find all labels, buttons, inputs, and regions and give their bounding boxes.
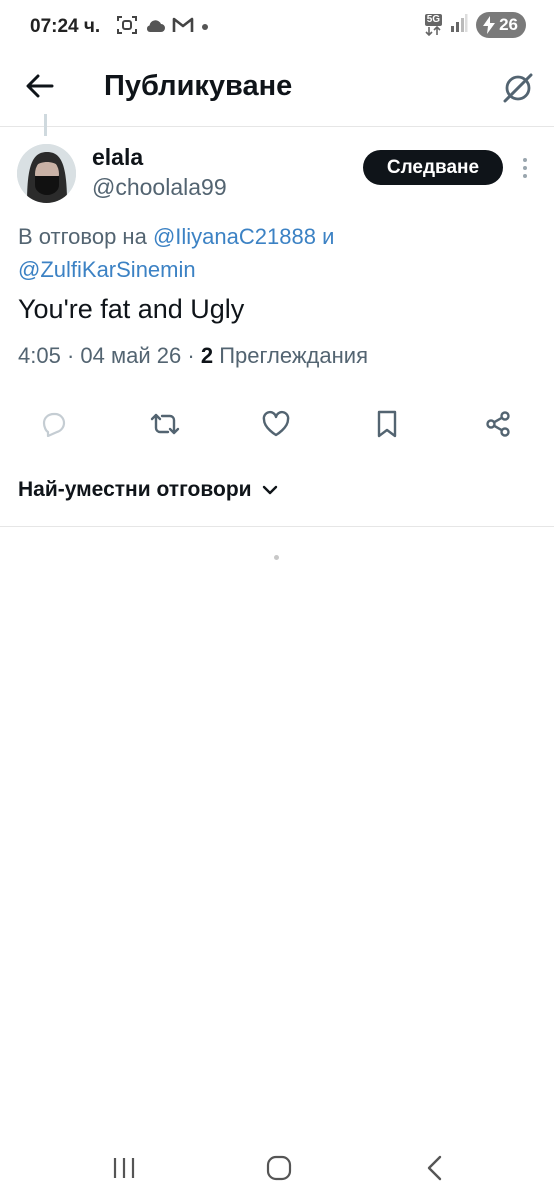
tweet-date: 04 май 26	[80, 343, 182, 368]
page-title: Публикуване	[104, 70, 293, 102]
author-handle[interactable]: @choolala99	[92, 174, 227, 201]
home-icon	[266, 1155, 292, 1181]
tweet-time: 4:05	[18, 343, 61, 368]
status-notification-icons	[116, 14, 210, 41]
signal-icon	[450, 13, 468, 38]
gmail-icon	[172, 16, 194, 39]
back-button[interactable]	[18, 66, 62, 106]
nav-back-button[interactable]	[410, 1148, 458, 1188]
section-divider	[0, 526, 554, 527]
grok-button[interactable]	[496, 66, 540, 110]
nav-back-icon	[427, 1155, 442, 1181]
bookmark-icon	[377, 410, 397, 438]
battery-level: 26	[499, 15, 518, 34]
more-dot-icon	[523, 166, 527, 170]
loading-indicator	[274, 555, 279, 560]
header-divider	[0, 126, 554, 127]
avatar[interactable]	[17, 144, 76, 203]
retweet-icon	[150, 413, 180, 435]
recent-apps-button[interactable]	[100, 1148, 148, 1188]
reply-conjunction: и	[322, 224, 335, 249]
retweet-button[interactable]	[145, 404, 185, 444]
views-label[interactable]: Преглеждания	[219, 343, 368, 368]
network-5g-icon: 5G	[424, 14, 443, 36]
tweet-text: You're fat and Ugly	[18, 294, 245, 324]
bookmark-button[interactable]	[367, 404, 407, 444]
replies-sort-label: Най-уместни отговори	[18, 478, 252, 501]
thread-connector-line	[44, 114, 47, 136]
tweet-meta: 4:05 · 04 май 26 · 2 Преглеждания	[18, 343, 368, 369]
author-name[interactable]: elala	[92, 144, 143, 171]
charging-bolt-icon	[483, 16, 496, 34]
follow-button[interactable]: Следване	[363, 150, 503, 185]
grok-icon	[503, 73, 533, 103]
recent-apps-icon	[113, 1158, 135, 1178]
like-icon	[262, 410, 290, 437]
mention-link[interactable]: @IliyanaC21888	[153, 224, 316, 249]
reply-icon	[42, 412, 66, 437]
like-button[interactable]	[256, 404, 296, 444]
views-count[interactable]: 2	[201, 343, 213, 368]
cloud-icon	[144, 16, 166, 39]
more-options-button[interactable]	[514, 152, 536, 184]
notification-dot-icon	[200, 19, 210, 37]
meta-separator: ·	[187, 343, 195, 368]
arrow-left-icon	[26, 74, 54, 98]
reply-prefix: В отговор на	[18, 224, 147, 249]
replies-sort-dropdown[interactable]: Най-уместни отговори	[18, 478, 278, 502]
share-button[interactable]	[478, 404, 518, 444]
screenshot-icon	[116, 14, 138, 41]
reply-to-line: В отговор на @IliyanaC21888 и @ZulfiKarS…	[18, 220, 518, 286]
more-dot-icon	[523, 158, 527, 162]
share-icon	[486, 411, 510, 437]
status-right-icons: 5G 26	[424, 12, 526, 38]
more-dot-icon	[523, 174, 527, 178]
home-button[interactable]	[255, 1148, 303, 1188]
reply-button[interactable]	[34, 404, 74, 444]
battery-indicator: 26	[476, 12, 526, 38]
mention-link[interactable]: @ZulfiKarSinemin	[18, 257, 196, 282]
status-time: 07:24 ч.	[30, 16, 101, 37]
meta-separator: ·	[66, 343, 75, 368]
chevron-down-icon	[262, 485, 277, 495]
